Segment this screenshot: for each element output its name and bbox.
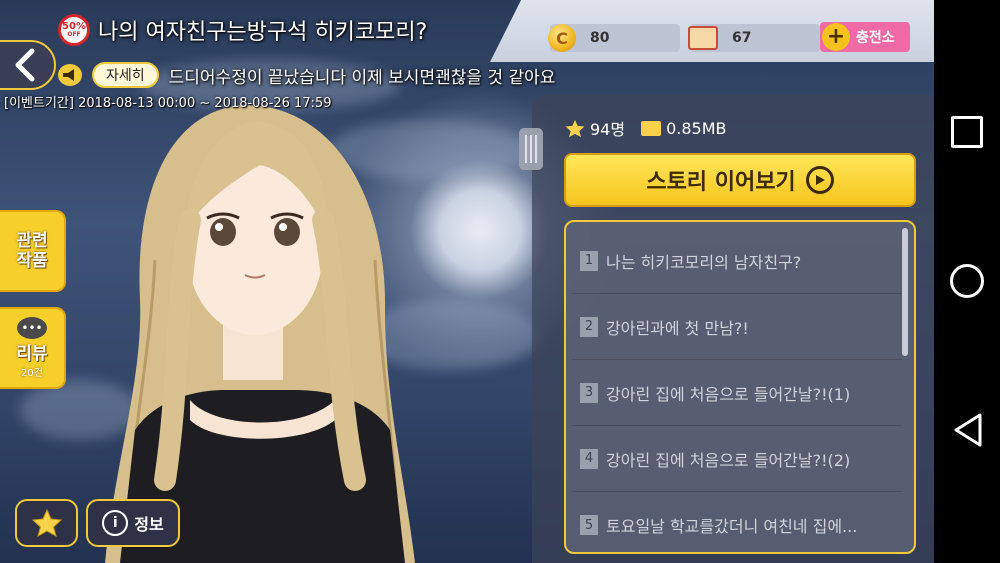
sale-badge: 50% OFF xyxy=(58,14,90,46)
mail-icon xyxy=(688,26,718,50)
episode-number: 2 xyxy=(580,316,598,337)
story-screen: 50% OFF 나의 여자친구는방구석 히키코모리? 자세히 드디어수정이 끝났… xyxy=(0,0,934,563)
review-count: 20건 xyxy=(21,368,43,379)
character-illustration xyxy=(105,105,415,563)
episode-title: 나는 히키코모리의 남자친구? xyxy=(606,252,802,272)
title-row: 50% OFF 나의 여자친구는방구석 히키코모리? xyxy=(58,14,427,46)
event-period: [이벤트기간] 2018-08-13 00:00 ~ 2018-08-26 17… xyxy=(4,96,332,111)
star-icon xyxy=(565,119,585,137)
episode-title: 강아린 집에 처음으로 들어간날?!(1) xyxy=(606,384,851,404)
episode-item[interactable]: 1 나는 히키코모리의 남자친구? xyxy=(572,228,902,294)
chevron-left-icon xyxy=(15,48,35,82)
detail-button[interactable]: 자세히 xyxy=(92,62,159,88)
notice-text: 드디어수정이 끝났습니다 이제 보시면괜찮을 것 같아요 xyxy=(168,67,556,88)
panel-handle[interactable] xyxy=(519,128,543,170)
favorite-button[interactable] xyxy=(15,499,78,547)
charge-button[interactable]: + 충전소 xyxy=(820,22,910,52)
story-stats: 94명 0.85MB xyxy=(565,116,727,140)
episode-title: 강아린과에 첫 만남?! xyxy=(606,318,749,338)
play-circle-icon xyxy=(805,166,834,194)
star-icon xyxy=(31,509,62,537)
continue-story-button[interactable]: 스토리 이어보기 xyxy=(564,153,916,207)
chat-bubble-icon: ••• xyxy=(17,317,47,339)
episode-number: 4 xyxy=(580,448,598,469)
recents-icon[interactable] xyxy=(951,116,983,148)
related-works-label: 관련 작품 xyxy=(16,230,48,271)
coin-icon: C xyxy=(548,24,576,52)
mail-count: 67 xyxy=(732,30,752,46)
notice-row: 자세히 드디어수정이 끝났습니다 이제 보시면괜찮을 것 같아요 xyxy=(58,62,555,88)
review-button[interactable]: ••• 리뷰 20건 xyxy=(0,307,66,389)
megaphone-icon xyxy=(58,64,82,86)
info-label: 정보 xyxy=(134,515,164,534)
info-icon: i xyxy=(102,510,129,536)
episode-item[interactable]: 2 강아린과에 첫 만남?! xyxy=(572,294,902,360)
coin-count: 80 xyxy=(590,30,610,46)
back-button[interactable] xyxy=(0,40,56,90)
folder-icon xyxy=(641,120,662,136)
file-size: 0.85MB xyxy=(666,118,727,138)
sale-off: OFF xyxy=(67,31,81,38)
episode-scrollbar[interactable] xyxy=(902,228,908,356)
episode-title: 토요일날 학교를갔더니 여친네 집에... xyxy=(606,517,858,536)
back-triangle-icon[interactable] xyxy=(952,412,984,448)
review-label: 리뷰 xyxy=(16,344,48,364)
episode-number: 5 xyxy=(580,515,598,535)
episode-number: 3 xyxy=(580,382,598,403)
info-button[interactable]: i 정보 xyxy=(86,499,180,547)
coin-balance: C 80 xyxy=(548,24,680,52)
episode-item[interactable]: 4 강아린 집에 처음으로 들어간날?!(2) xyxy=(572,426,902,492)
plus-icon: + xyxy=(822,23,850,51)
likes-count: 94명 xyxy=(590,120,626,139)
mail-balance: 67 xyxy=(688,24,820,52)
episode-item[interactable]: 5 토요일날 학교를갔더니 여친네 집에... xyxy=(572,492,902,552)
story-title: 나의 여자친구는방구석 히키코모리? xyxy=(98,20,428,45)
currency-bar: C 80 67 + 충전소 xyxy=(490,0,934,62)
size-stat: 0.85MB xyxy=(641,118,727,138)
episode-item[interactable]: 3 강아린 집에 처음으로 들어간날?!(1) xyxy=(572,360,902,426)
likes-stat: 94명 xyxy=(565,116,625,140)
charge-label: 충전소 xyxy=(856,30,895,46)
episode-list[interactable]: 1 나는 히키코모리의 남자친구? 2 강아린과에 첫 만남?! 3 강아린 집… xyxy=(564,220,916,554)
episode-title: 강아린 집에 처음으로 들어간날?!(2) xyxy=(606,450,851,470)
continue-story-label: 스토리 이어보기 xyxy=(646,170,796,195)
related-works-button[interactable]: 관련 작품 xyxy=(0,210,66,292)
episode-number: 1 xyxy=(580,250,598,271)
home-icon[interactable] xyxy=(950,264,984,298)
